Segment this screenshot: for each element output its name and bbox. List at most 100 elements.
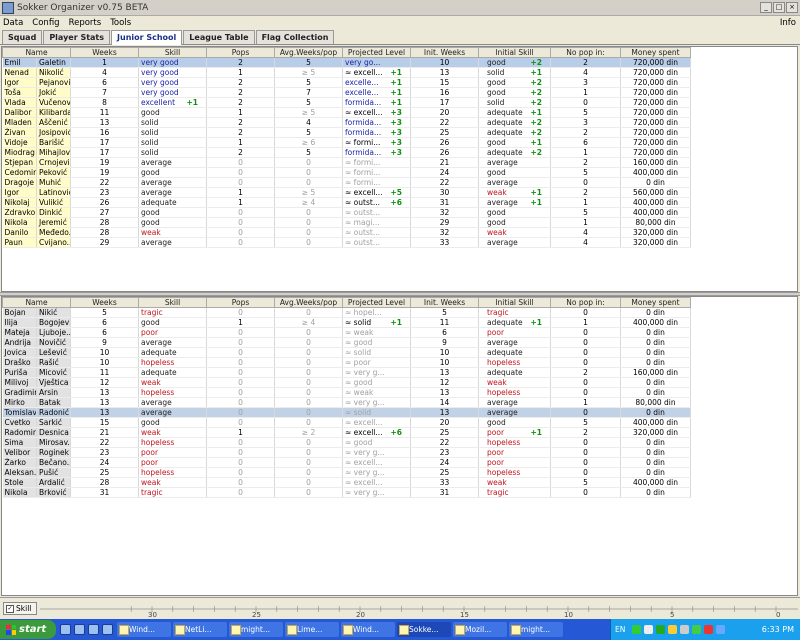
table-row[interactable]: DaniloMeđedo...28weak00≈ outst...32weak4… [2,227,692,238]
table-row[interactable]: Zdravko Dinkić 27 good 0 0 ≈ outst... 32 good 5 40… [2,207,692,218]
column-header[interactable]: Avg.Weeks/pop [274,297,344,308]
tray-icon[interactable] [716,625,726,634]
menu-info[interactable]: Info [780,18,796,28]
column-header[interactable]: Weeks [70,47,140,58]
tab-junior-school[interactable]: Junior School [111,30,183,45]
no-pop-cell: 1 [550,317,622,328]
tray-icon[interactable] [644,625,654,634]
table-row[interactable]: Stjepan Crnojević 19 average 0 0 ≈ formi... 21 a… [2,157,692,168]
table-row[interactable]: Mirko Batak 13 average 0 0 ≈ very g... 14 averag… [2,397,692,408]
initial-skill-value: good [487,88,506,97]
table-row[interactable]: Jovica Lešević 10 adequate 0 0 ≈ solid 10 adequa… [2,347,692,358]
column-header[interactable]: Skill [138,47,208,58]
tab-flag-collection[interactable]: Flag Collection [255,30,335,44]
menu-config[interactable]: Config [32,18,59,28]
table-row[interactable]: Nikolaj Vulikić 26 adequate 1 ≥ 4 ≈ outst... +6… [2,197,692,208]
table-row[interactable]: Aleksan...Pušić25hopeless00≈ very g...25… [2,467,692,478]
tray-icon[interactable] [680,625,690,634]
menu-tools[interactable]: Tools [110,18,131,28]
tray-icon[interactable] [704,625,714,634]
tray-icon[interactable] [632,625,642,634]
skill-checkbox[interactable]: ✓ Skill [3,602,37,615]
taskbar-item[interactable]: Mozil... [453,622,507,637]
table-row[interactable]: Nikola Jeremić 28 good 0 0 ≈ magi... 29 good 1 80,… [2,217,692,228]
table-row[interactable]: SimaMirosav...22hopeless00≈ good22hopele… [2,437,692,448]
table-row[interactable]: MiodragMihajlović17solid 25formida... +3 26… [2,147,692,158]
table-row[interactable]: Stole Ardalić 28 weak 0 0 ≈ excell... 33 weak 5 40… [2,477,692,488]
taskbar-item[interactable]: might... [229,622,283,637]
table-row[interactable]: Emil Galetin 1 very good 2 5 very go... 10 good +… [2,57,692,68]
menu-data[interactable]: Data [3,18,23,28]
taskbar-item-active[interactable]: Sokke... [397,622,451,637]
taskbar-item[interactable]: Wind... [117,622,171,637]
table-row[interactable]: Velibor Roginek 23 poor 0 0 ≈ very g... 23 poor 0… [2,447,692,458]
menu-reports[interactable]: Reports [69,18,102,28]
table-row[interactable]: Toša Jokić 7 very good 2 7 excelle... +1 16 good +… [2,87,692,98]
table-row[interactable]: IlijaBogojević6good1≥ 4≈ solid+111adequa… [2,317,692,328]
table-row[interactable]: Cvetko Sarkić 15 good 0 0 ≈ excell... 20 good 5 40… [2,417,692,428]
column-header[interactable]: Init. Weeks [410,47,480,58]
table-row[interactable]: Igor Latinović 23 average 1 ≥ 5 ≈ excell... +5 3… [2,187,692,198]
init-weeks-cell: 21 [410,157,480,168]
table-row[interactable]: IgorPejanović6very good25excelle...+115g… [2,77,692,88]
column-header[interactable]: Money spent [620,297,692,308]
taskbar-item[interactable]: Wind... [341,622,395,637]
tray-icon[interactable] [668,625,678,634]
column-header[interactable]: Weeks [70,297,140,308]
quick-launch-icon[interactable] [102,624,113,635]
table-row[interactable]: Draško Rašić 10 hopeless 0 0 ≈ poor 10 hopeless 0… [2,357,692,368]
table-row[interactable]: Živan Josipović 16 solid 2 5 formida... +3 25 ade… [2,127,692,138]
start-button[interactable]: start [0,620,56,639]
column-header[interactable]: Initial Skill [478,47,552,58]
column-header[interactable]: Name [2,297,72,308]
table-row[interactable]: Tomislav Radonić 13 average 0 0 ≈ solid 13 avera… [2,407,692,418]
column-header[interactable]: Init. Weeks [410,297,480,308]
table-row[interactable]: Nenad Nikolić 4 very good 1 ≥ 5 ≈ excell... +1 1… [2,67,692,78]
column-header[interactable]: No pop in: [550,297,622,308]
column-header[interactable]: No pop in: [550,47,622,58]
taskbar-item[interactable]: Lime... [285,622,339,637]
table-row[interactable]: Vidoje Barišić 17 solid 1 ≥ 6 ≈ formi... +3 26 go… [2,137,692,148]
language-indicator[interactable]: EN [615,625,625,634]
table-row[interactable]: Vlada Vučenov 8 excellent +1 2 5 formida... +1 17… [2,97,692,108]
tray-icon[interactable] [692,625,702,634]
taskbar-item[interactable]: NetLi... [173,622,227,637]
table-row[interactable]: Nikola Brković 31 tragic 0 0 ≈ very g... 31 trag… [2,487,692,498]
table-row[interactable]: Dalibor Kilibarda 11 good 1 ≥ 5 ≈ excell... +3 2… [2,107,692,118]
taskbar-item[interactable]: might... [509,622,563,637]
table-row[interactable]: Gradimir Arsin 13 hopeless 0 0 ≈ weak 13 hopeles… [2,387,692,398]
table-row[interactable]: Puriša Micović 11 adequate 0 0 ≈ very g... 13 ad… [2,367,692,378]
quick-launch-icon[interactable] [60,624,71,635]
table-row[interactable]: Mateja Ljuboje... 6 poor 0 0 ≈ weak 6 poor 0 0 din [2,327,692,338]
table-row[interactable]: Cedomir Peković 19 good 0 0 ≈ formi... 24 good 5 4… [2,167,692,178]
column-header[interactable]: Skill [138,297,208,308]
table-row[interactable]: Andrija Novičić 9 average 0 0 ≈ good 9 average 0 0… [2,337,692,348]
column-header[interactable]: Avg.Weeks/pop [274,47,344,58]
close-button[interactable]: × [786,2,798,13]
minimize-button[interactable]: _ [760,2,772,13]
column-header[interactable]: Projected Level [342,47,412,58]
column-header[interactable]: Initial Skill [478,297,552,308]
ruler-label: 10 [564,611,573,618]
table-row[interactable]: Milivoj Vještica 12 weak 0 0 ≈ good 12 weak 0 0 di… [2,377,692,388]
column-header[interactable]: Pops [206,297,276,308]
quick-launch-icon[interactable] [88,624,99,635]
tab-player-stats[interactable]: Player Stats [43,30,111,44]
table-row[interactable]: Bojan Nikić 5 tragic 0 0 ≈ hopel... 5 tragic 0 0 d… [2,307,692,318]
quick-launch-icon[interactable] [74,624,85,635]
tab-league-table[interactable]: League Table [183,30,255,44]
maximize-button[interactable]: □ [773,2,785,13]
column-header[interactable]: Money spent [620,47,692,58]
table-row[interactable]: Mladen Aščenić 13 solid 2 4 formida... +3 22 adeq… [2,117,692,128]
table-row[interactable]: Žarko Bečano... 24 poor 0 0 ≈ excell... 24 poor 0… [2,457,692,468]
money-spent-cell: 0 din [620,307,692,318]
last-name-cell: Crnojević [36,157,72,168]
tray-icon[interactable] [656,625,666,634]
column-header[interactable]: Name [2,47,72,58]
table-row[interactable]: Paun Cvijano... 29 average 0 0 ≈ outst... 33 ave… [2,237,692,248]
table-row[interactable]: Dragoje Muhić 22 average 0 0 ≈ formi... 22 avera… [2,177,692,188]
column-header[interactable]: Pops [206,47,276,58]
table-row[interactable]: Radomir Desnica 21 weak 1 ≥ 2 ≈ excell... +6 25 p… [2,427,692,438]
column-header[interactable]: Projected Level [342,297,412,308]
tab-squad[interactable]: Squad [2,30,43,44]
